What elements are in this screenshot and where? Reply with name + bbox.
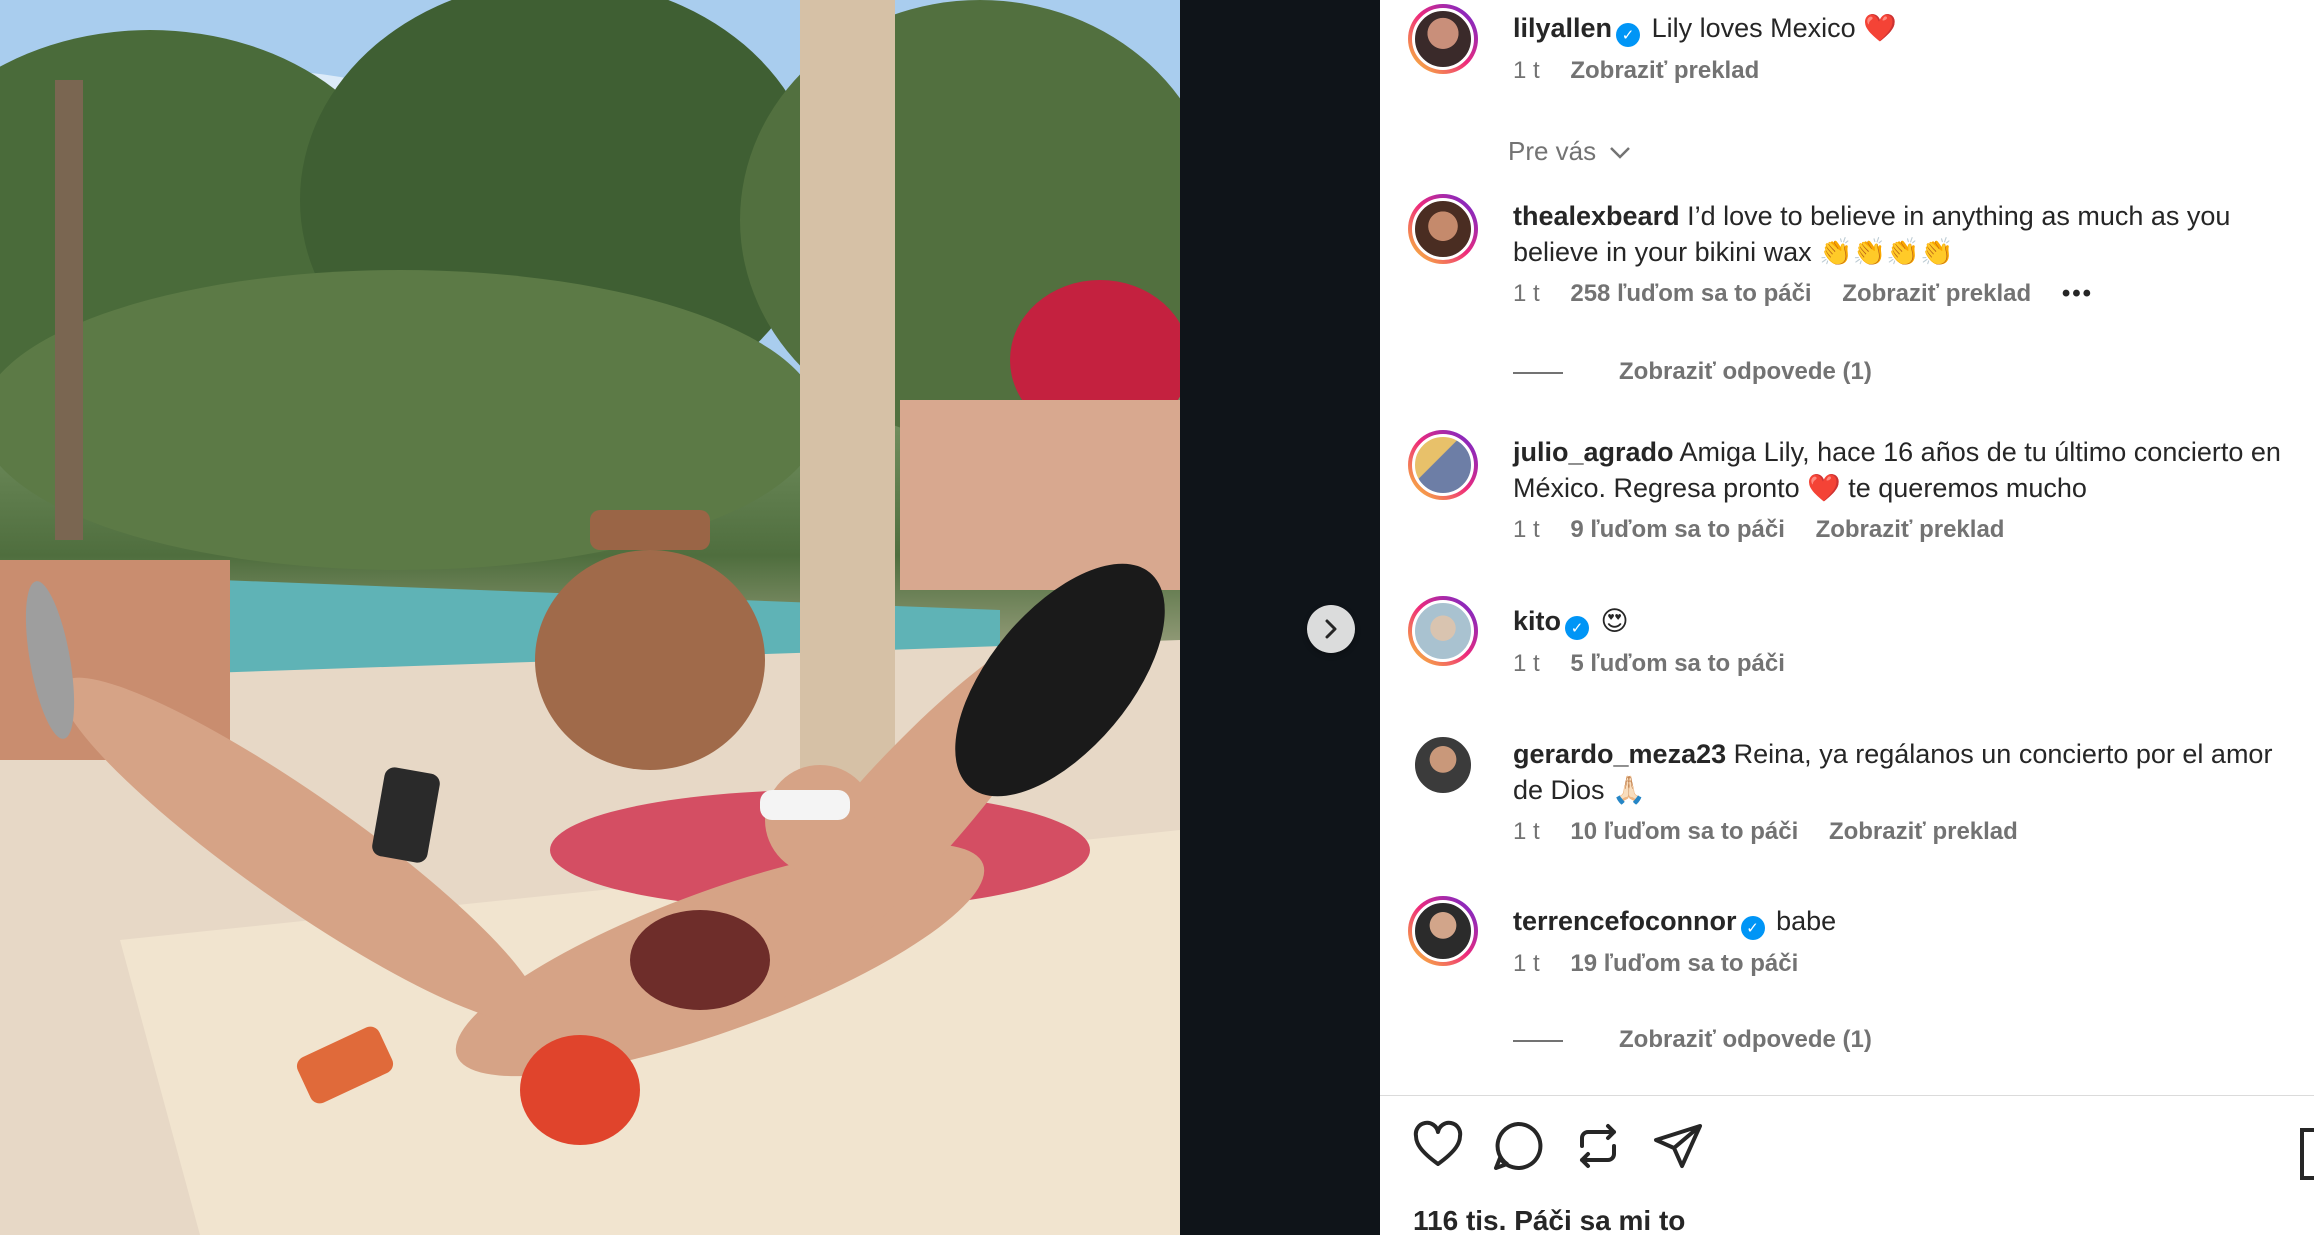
translate-link[interactable]: Zobraziť preklad: [1829, 818, 2018, 845]
comment-username[interactable]: kito: [1513, 606, 1561, 636]
verified-icon: ✓: [1740, 916, 1765, 940]
comment-age: 1 t: [1513, 818, 1540, 845]
comment-item: julio_agrado Amiga Lily, hace 16 años de…: [1513, 434, 2293, 544]
heart-emoji: ❤️: [1863, 13, 1897, 43]
likes-count[interactable]: 116 tis. Páči sa mi to: [1413, 1205, 1685, 1237]
chevron-down-icon: [1610, 147, 1631, 159]
comment-likes[interactable]: 9 ľuďom sa to páči: [1570, 516, 1785, 543]
comment-text: 😍: [1600, 606, 1629, 636]
view-replies-button[interactable]: Zobraziť odpovede (1): [1513, 358, 1872, 386]
comment-item: thealexbeard I’d love to believe in anyt…: [1513, 198, 2293, 308]
comment-item: terrencefoconnor ✓ babe 1 t 19 ľuďom sa t…: [1513, 903, 2293, 978]
comment-likes[interactable]: 19 ľuďom sa to páči: [1570, 950, 1798, 977]
comment-item: gerardo_meza23 Reina, ya regálanos un co…: [1513, 736, 2293, 846]
caption-text: Lily loves Mexico: [1651, 13, 1856, 43]
view-replies-label: Zobraziť odpovede (1): [1619, 1026, 1872, 1053]
comment-likes[interactable]: 5 ľuďom sa to páči: [1570, 650, 1785, 677]
post-caption: lilyallen ✓ Lily loves Mexico ❤️ 1 t Zobr…: [1513, 10, 2293, 85]
commenter-avatar[interactable]: [1408, 596, 1478, 666]
replies-divider: [1513, 371, 1563, 374]
view-replies-label: Zobraziť odpovede (1): [1619, 358, 1872, 385]
comment-age: 1 t: [1513, 650, 1540, 677]
comments-panel: lilyallen ✓ Lily loves Mexico ❤️ 1 t Zobr…: [1380, 0, 2314, 1237]
bookmark-icon[interactable]: [2300, 1128, 2314, 1180]
comment-username[interactable]: thealexbeard: [1513, 201, 1680, 231]
repost-icon[interactable]: [1570, 1118, 1626, 1174]
comment-age: 1 t: [1513, 516, 1540, 543]
author-avatar[interactable]: [1408, 4, 1478, 74]
chevron-right-icon: [1325, 619, 1337, 639]
next-media-button[interactable]: [1307, 605, 1355, 653]
comment-age: 1 t: [1513, 280, 1540, 307]
likes-number: 116 tis.: [1413, 1205, 1507, 1236]
commenter-avatar[interactable]: [1408, 730, 1478, 800]
verified-icon: ✓: [1616, 23, 1641, 47]
likes-label: Páči sa mi to: [1514, 1205, 1686, 1236]
verified-icon: ✓: [1565, 616, 1590, 640]
heart-icon[interactable]: [1410, 1118, 1466, 1174]
actions-divider: [1380, 1095, 2314, 1096]
comment-item: kito ✓ 😍 1 t 5 ľuďom sa to páči: [1513, 603, 2293, 678]
commenter-avatar[interactable]: [1408, 194, 1478, 264]
translate-link[interactable]: Zobraziť preklad: [1816, 516, 2005, 543]
more-options-icon[interactable]: •••: [2062, 280, 2093, 307]
post-media[interactable]: [0, 0, 1180, 1235]
view-replies-button[interactable]: Zobraziť odpovede (1): [1513, 1026, 1872, 1054]
comment-username[interactable]: gerardo_meza23: [1513, 739, 1726, 769]
post-photo: [0, 0, 1180, 1235]
translate-link[interactable]: Zobraziť preklad: [1570, 57, 1759, 84]
comment-username[interactable]: julio_agrado: [1513, 437, 1674, 467]
comment-likes[interactable]: 258 ľuďom sa to páči: [1570, 280, 1811, 307]
comment-likes[interactable]: 10 ľuďom sa to páči: [1570, 818, 1798, 845]
comment-age: 1 t: [1513, 950, 1540, 977]
replies-divider: [1513, 1039, 1563, 1042]
comment-text: babe: [1776, 906, 1837, 936]
translate-link[interactable]: Zobraziť preklad: [1842, 280, 2031, 307]
commenter-avatar[interactable]: [1408, 896, 1478, 966]
share-icon[interactable]: [1650, 1118, 1706, 1174]
comment-icon[interactable]: [1490, 1118, 1546, 1174]
comment-filter-dropdown[interactable]: Pre vás: [1508, 136, 1631, 167]
author-username[interactable]: lilyallen: [1513, 13, 1612, 43]
post-age: 1 t: [1513, 57, 1540, 84]
comment-username[interactable]: terrencefoconnor: [1513, 906, 1737, 936]
filter-label: Pre vás: [1508, 136, 1597, 166]
commenter-avatar[interactable]: [1408, 430, 1478, 500]
